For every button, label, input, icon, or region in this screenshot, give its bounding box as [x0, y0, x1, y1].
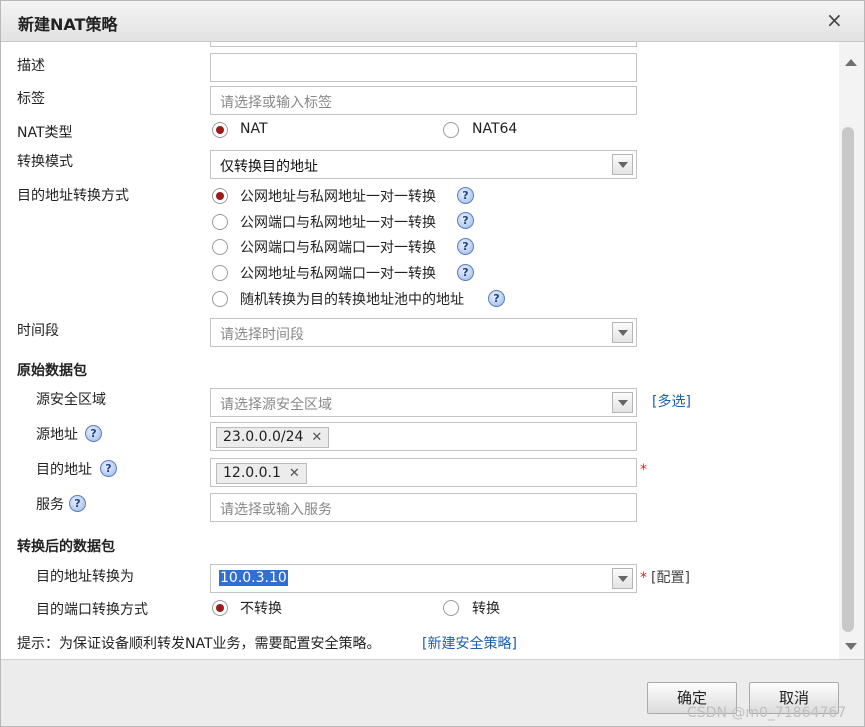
dest-method-option-3: 公网地址与私网端口一对一转换: [240, 266, 436, 282]
port-method-label: 目的端口转换方式: [36, 602, 148, 618]
nat-type-radio-nat64[interactable]: [443, 122, 459, 138]
help-icon[interactable]: ?: [69, 495, 86, 512]
help-icon[interactable]: ?: [457, 187, 474, 204]
dialog-footer: 确定 取消 CSDN @m0_71864767: [1, 659, 864, 726]
scroll-down-icon[interactable]: [845, 643, 857, 650]
help-icon[interactable]: ?: [457, 264, 474, 281]
src-zone-select[interactable]: 请选择源安全区域: [210, 388, 637, 417]
help-icon[interactable]: ?: [488, 290, 505, 307]
dest-method-option-1: 公网端口与私网地址一对一转换: [240, 215, 436, 231]
service-placeholder: 请选择或输入服务: [220, 502, 332, 518]
help-icon[interactable]: ?: [100, 460, 117, 477]
original-packet-title: 原始数据包: [17, 363, 87, 379]
dst-translate-value[interactable]: 10.0.3.10: [219, 570, 288, 586]
src-addr-label: 源地址: [36, 427, 78, 443]
chevron-down-icon[interactable]: [612, 568, 633, 589]
dst-addr-required-mark: *: [640, 462, 647, 478]
remove-tag-icon[interactable]: ✕: [311, 430, 322, 445]
help-icon[interactable]: ?: [457, 238, 474, 255]
nat-type-option-nat64: NAT64: [472, 121, 518, 137]
time-range-select[interactable]: 请选择时间段: [210, 318, 637, 347]
mode-label: 转换模式: [17, 154, 73, 170]
src-addr-tag-text: 23.0.0.0/24: [223, 429, 304, 445]
mode-select[interactable]: 仅转换目的地址: [210, 150, 637, 179]
dst-translate-required-mark: *: [640, 570, 647, 586]
hint-text: 提示：为保证设备顺利转发NAT业务，需要配置安全策略。: [17, 636, 381, 652]
chevron-down-icon[interactable]: [612, 392, 633, 413]
service-label: 服务: [36, 497, 64, 513]
dialog-titlebar: 新建NAT策略 ×: [1, 1, 864, 42]
tags-label: 标签: [17, 91, 45, 107]
description-input[interactable]: [210, 53, 637, 82]
dst-translate-selected-text: 10.0.3.10: [219, 570, 288, 586]
mode-value: 仅转换目的地址: [220, 159, 318, 175]
src-zone-placeholder: 请选择源安全区域: [220, 397, 332, 413]
port-method-radio-none[interactable]: [212, 600, 228, 616]
port-method-option-none: 不转换: [240, 601, 282, 617]
chevron-down-icon[interactable]: [612, 154, 633, 175]
scroll-thumb[interactable]: [842, 127, 854, 632]
scrolled-field[interactable]: [210, 42, 637, 47]
remove-tag-icon[interactable]: ✕: [289, 466, 300, 481]
close-icon[interactable]: ×: [826, 10, 843, 30]
dest-method-radio-3[interactable]: [212, 265, 228, 281]
port-method-radio-translate[interactable]: [443, 600, 459, 616]
config-link[interactable]: [配置]: [651, 567, 690, 587]
dest-method-radio-1[interactable]: [212, 214, 228, 230]
translated-packet-title: 转换后的数据包: [17, 539, 115, 555]
vertical-scrollbar[interactable]: [839, 42, 864, 659]
nat-type-radio-nat[interactable]: [212, 122, 228, 138]
dst-addr-tag: 12.0.0.1 ✕: [216, 463, 307, 484]
port-method-option-translate: 转换: [472, 601, 500, 617]
src-addr-tag: 23.0.0.0/24 ✕: [216, 427, 330, 448]
dst-translate-select[interactable]: 10.0.3.10: [210, 564, 637, 593]
dest-method-option-2: 公网端口与私网端口一对一转换: [240, 240, 436, 256]
dialog-title: 新建NAT策略: [18, 15, 118, 34]
service-input[interactable]: 请选择或输入服务: [210, 493, 637, 522]
src-zone-multi-link[interactable]: [多选]: [652, 391, 691, 411]
dst-addr-tag-text: 12.0.0.1: [223, 465, 281, 481]
scroll-up-icon[interactable]: [845, 59, 857, 66]
time-range-label: 时间段: [17, 323, 59, 339]
new-security-policy-link[interactable]: [新建安全策略]: [422, 633, 517, 653]
help-icon[interactable]: ?: [85, 425, 102, 442]
tags-input[interactable]: 请选择或输入标签: [210, 86, 637, 115]
time-range-placeholder: 请选择时间段: [220, 327, 304, 343]
src-addr-input[interactable]: 23.0.0.0/24 ✕: [210, 422, 637, 451]
tags-placeholder: 请选择或输入标签: [220, 95, 332, 111]
nat-type-label: NAT类型: [17, 125, 73, 141]
dest-method-radio-2[interactable]: [212, 239, 228, 255]
dst-translate-label: 目的地址转换为: [36, 569, 134, 585]
dst-addr-label: 目的地址: [36, 462, 92, 478]
dest-method-label: 目的地址转换方式: [17, 188, 129, 204]
dst-addr-input[interactable]: 12.0.0.1 ✕: [210, 458, 637, 487]
dest-method-option-0: 公网地址与私网地址一对一转换: [240, 189, 436, 205]
watermark: CSDN @m0_71864767: [687, 705, 847, 721]
dest-method-option-4: 随机转换为目的转换地址池中的地址: [240, 292, 464, 308]
description-label: 描述: [17, 58, 45, 74]
help-icon[interactable]: ?: [457, 212, 474, 229]
form-content: 描述 标签 请选择或输入标签 NAT类型 NAT NAT64 转换模式 仅转换目…: [1, 42, 839, 659]
dest-method-radio-0[interactable]: [212, 188, 228, 204]
nat-policy-dialog: 新建NAT策略 × 描述 标签 请选择或输入标签 NAT类型 NAT NAT64…: [0, 0, 865, 727]
nat-type-option-nat: NAT: [240, 121, 268, 137]
src-zone-label: 源安全区域: [36, 392, 106, 408]
dest-method-radio-4[interactable]: [212, 291, 228, 307]
chevron-down-icon[interactable]: [612, 322, 633, 343]
